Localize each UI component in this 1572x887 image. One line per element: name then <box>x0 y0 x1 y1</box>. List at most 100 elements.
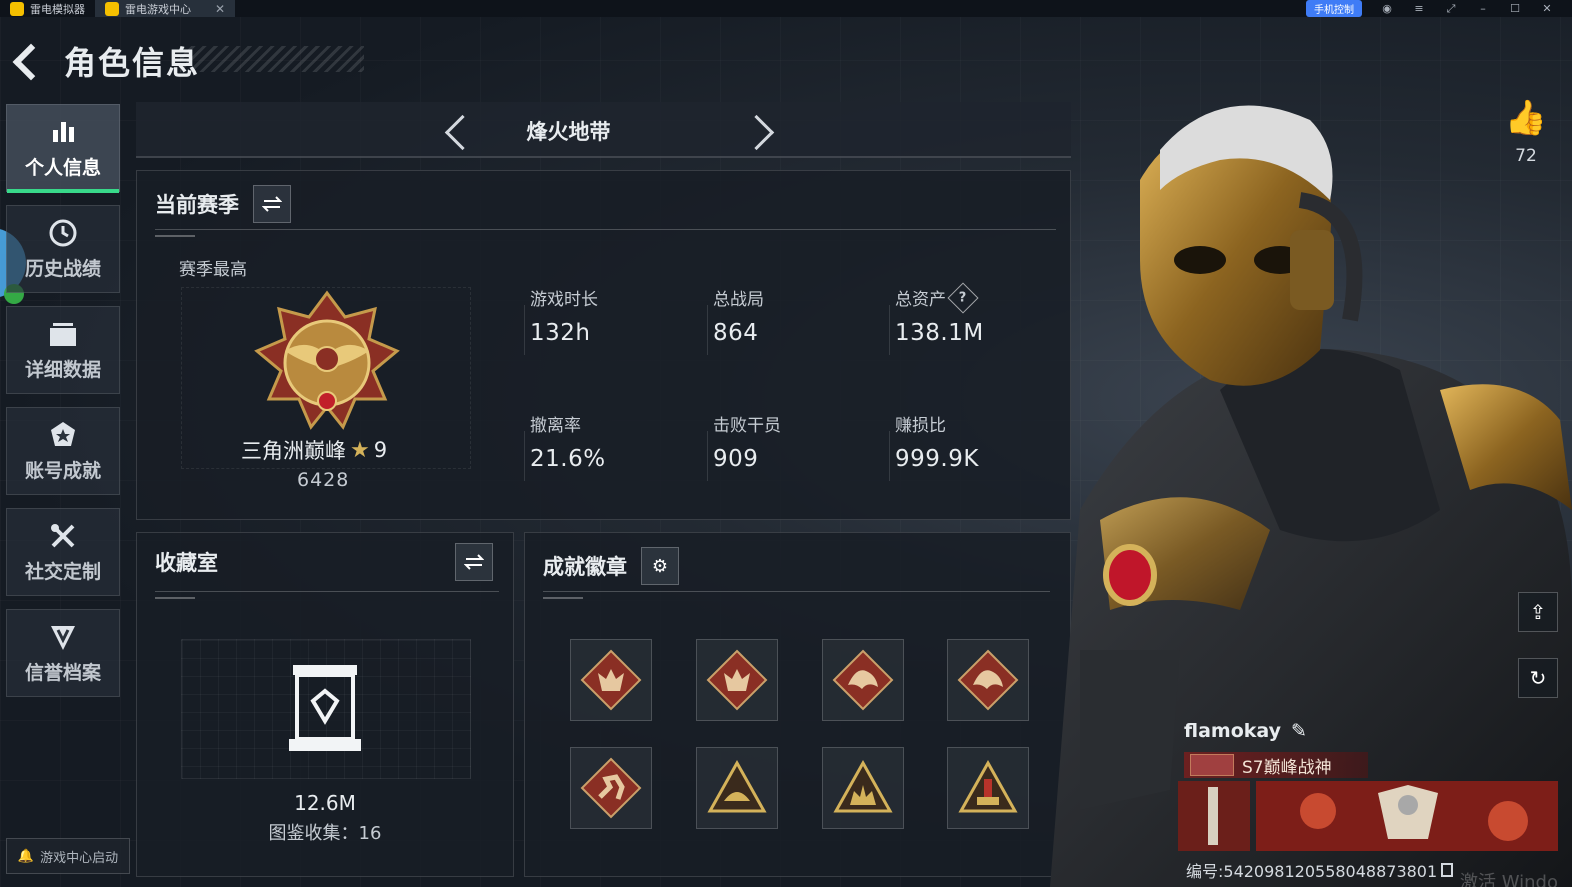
rank-score: 6428 <box>297 469 350 491</box>
edit-pencil-icon[interactable]: ✎ <box>1291 720 1307 742</box>
folder-icon <box>48 319 78 349</box>
emulator-tab-game-center[interactable]: 雷电游戏中心 ✕ <box>95 0 235 17</box>
rank-emblem-icon <box>254 290 400 430</box>
stat-play-time: 游戏时长 132h <box>524 285 598 355</box>
collection-title: 收藏室 <box>155 551 218 575</box>
wolf-badge-icon <box>580 649 642 711</box>
stat-label: 游戏时长 <box>530 290 598 310</box>
close-tab-icon[interactable]: ✕ <box>215 2 225 16</box>
close-window-icon[interactable]: ✕ <box>1540 2 1554 15</box>
collection-count: 图鉴收集：16 <box>268 823 382 844</box>
sidebar-item-detailed-data[interactable]: 详细数据 <box>6 306 120 394</box>
stat-value: 864 <box>713 320 759 346</box>
like-widget[interactable]: 👍 72 <box>1504 98 1548 166</box>
collection-panel-header: 收藏室 <box>155 547 218 577</box>
switch-season-button[interactable] <box>253 185 291 223</box>
stat-kills: 击败干员 909 <box>707 411 781 481</box>
bar-chart-icon <box>48 117 78 147</box>
panel-divider <box>155 229 1056 237</box>
bell-icon: 🔔 <box>17 848 35 864</box>
achievement-badge[interactable] <box>947 747 1029 829</box>
dragon-badge-icon <box>957 649 1019 711</box>
restore-icon[interactable]: ⤢ <box>1444 2 1458 16</box>
achievement-badge[interactable] <box>822 639 904 721</box>
phone-control-button[interactable]: 手机控制 <box>1306 0 1362 17</box>
stat-value: 138.1M <box>895 320 984 346</box>
shield-icon <box>48 622 78 652</box>
stat-label: 撤离率 <box>530 416 581 436</box>
sidebar-item-social-custom[interactable]: 社交定制 <box>6 508 120 596</box>
help-icon[interactable]: ? <box>947 281 979 314</box>
player-title-badge: S7巅峰战神 <box>1184 752 1368 778</box>
stat-label: 总资产 ? <box>895 281 984 314</box>
achievement-badge[interactable] <box>570 747 652 829</box>
minimize-icon[interactable]: – <box>1476 2 1490 15</box>
refresh-button[interactable]: ↻ <box>1518 658 1558 698</box>
stat-value: 999.9K <box>895 446 979 472</box>
swap-icon <box>464 554 484 570</box>
helmet-badge-icon <box>707 759 767 813</box>
menu-icon[interactable]: ≡ <box>1412 2 1426 15</box>
account-icon[interactable]: ◉ <box>1380 2 1394 15</box>
achievement-badge[interactable] <box>947 639 1029 721</box>
refresh-icon: ↻ <box>1529 666 1547 690</box>
sidebar-item-reputation[interactable]: 信誉档案 <box>6 609 120 697</box>
sidebar-item-label: 详细数据 <box>24 358 101 381</box>
season-panel-header: 当前赛季 <box>155 185 291 223</box>
player-uid: 编号:542098120558048873801 <box>1186 858 1454 882</box>
switch-collection-button[interactable] <box>455 543 493 581</box>
emulator-tabbar: 雷电模拟器 雷电游戏中心 ✕ 手机控制 ◉ ≡ ⤢ – ☐ ✕ <box>0 0 1572 17</box>
maximize-icon[interactable]: ☐ <box>1508 2 1522 15</box>
stat-total-matches: 总战局 864 <box>707 285 764 355</box>
game-center-logo-icon <box>105 1 119 16</box>
stat-label: 击败干员 <box>713 416 781 436</box>
back-arrow-icon[interactable] <box>10 41 46 81</box>
wolf-badge-icon <box>706 649 768 711</box>
page-header: 角色信息 <box>10 38 200 84</box>
sidebar-item-account-achievements[interactable]: 账号成就 <box>6 407 120 495</box>
share-button[interactable]: ⇪ <box>1518 592 1558 632</box>
achievements-panel: 成就徽章 ⚙ <box>524 532 1071 877</box>
launch-label: 游戏中心启动 <box>40 850 119 866</box>
sidebar-item-personal-info[interactable]: 个人信息 <box>6 104 120 193</box>
title-stripe-decoration <box>180 46 364 72</box>
sidebar-item-label: 信誉档案 <box>24 661 101 684</box>
tools-icon <box>48 521 78 551</box>
dragon-badge-icon <box>832 649 894 711</box>
sidebar-item-label: 社交定制 <box>24 560 101 583</box>
title-badge-text: S7巅峰战神 <box>1242 757 1332 778</box>
game-center-launch-button[interactable]: 🔔 游戏中心启动 <box>6 838 130 874</box>
achievement-badge[interactable] <box>570 639 652 721</box>
achievement-badge[interactable] <box>822 747 904 829</box>
medal-icon <box>48 420 78 450</box>
achievements-settings-button[interactable]: ⚙ <box>641 547 679 585</box>
stat-value: 909 <box>713 446 759 472</box>
emulator-logo-icon <box>10 1 24 16</box>
stat-total-assets: 总资产 ? 138.1M <box>889 281 984 355</box>
sidebar-item-match-history[interactable]: 历史战绩 <box>6 205 120 293</box>
uid-text: 编号:542098120558048873801 <box>1186 862 1438 881</box>
player-banner[interactable] <box>1178 781 1558 851</box>
achievements-title: 成就徽章 <box>543 555 627 579</box>
next-mode-arrow-icon[interactable] <box>746 116 772 142</box>
panel-divider <box>155 591 499 599</box>
swap-icon <box>262 196 282 212</box>
thumbs-up-icon[interactable]: 👍 <box>1504 98 1548 138</box>
stat-label: 赚损比 <box>895 416 946 436</box>
sidebar-item-label: 历史战绩 <box>24 257 101 280</box>
like-count: 72 <box>1515 146 1537 166</box>
achievement-badge[interactable] <box>696 747 778 829</box>
stat-value: 21.6% <box>530 446 606 472</box>
achievement-badge[interactable] <box>696 639 778 721</box>
title-badge-emblem <box>1190 754 1234 776</box>
rank-title: 三角洲巅峰 <box>241 439 346 463</box>
player-name: flamokay ✎ <box>1184 720 1307 742</box>
stat-label: 总战局 <box>713 290 764 310</box>
help-icon-glyph: ? <box>959 289 967 305</box>
stat-extract-rate: 撤离率 21.6% <box>524 411 606 481</box>
emulator-tab-app[interactable]: 雷电模拟器 <box>0 0 95 17</box>
rank-star-icon: ★ <box>350 437 370 463</box>
copy-icon[interactable] <box>1441 863 1454 877</box>
squad-badge-icon <box>833 759 893 813</box>
season-panel: 当前赛季 赛季最高 三角洲巅峰 ★ 9 6428 游戏时长 132h 总战局 8… <box>136 170 1071 520</box>
